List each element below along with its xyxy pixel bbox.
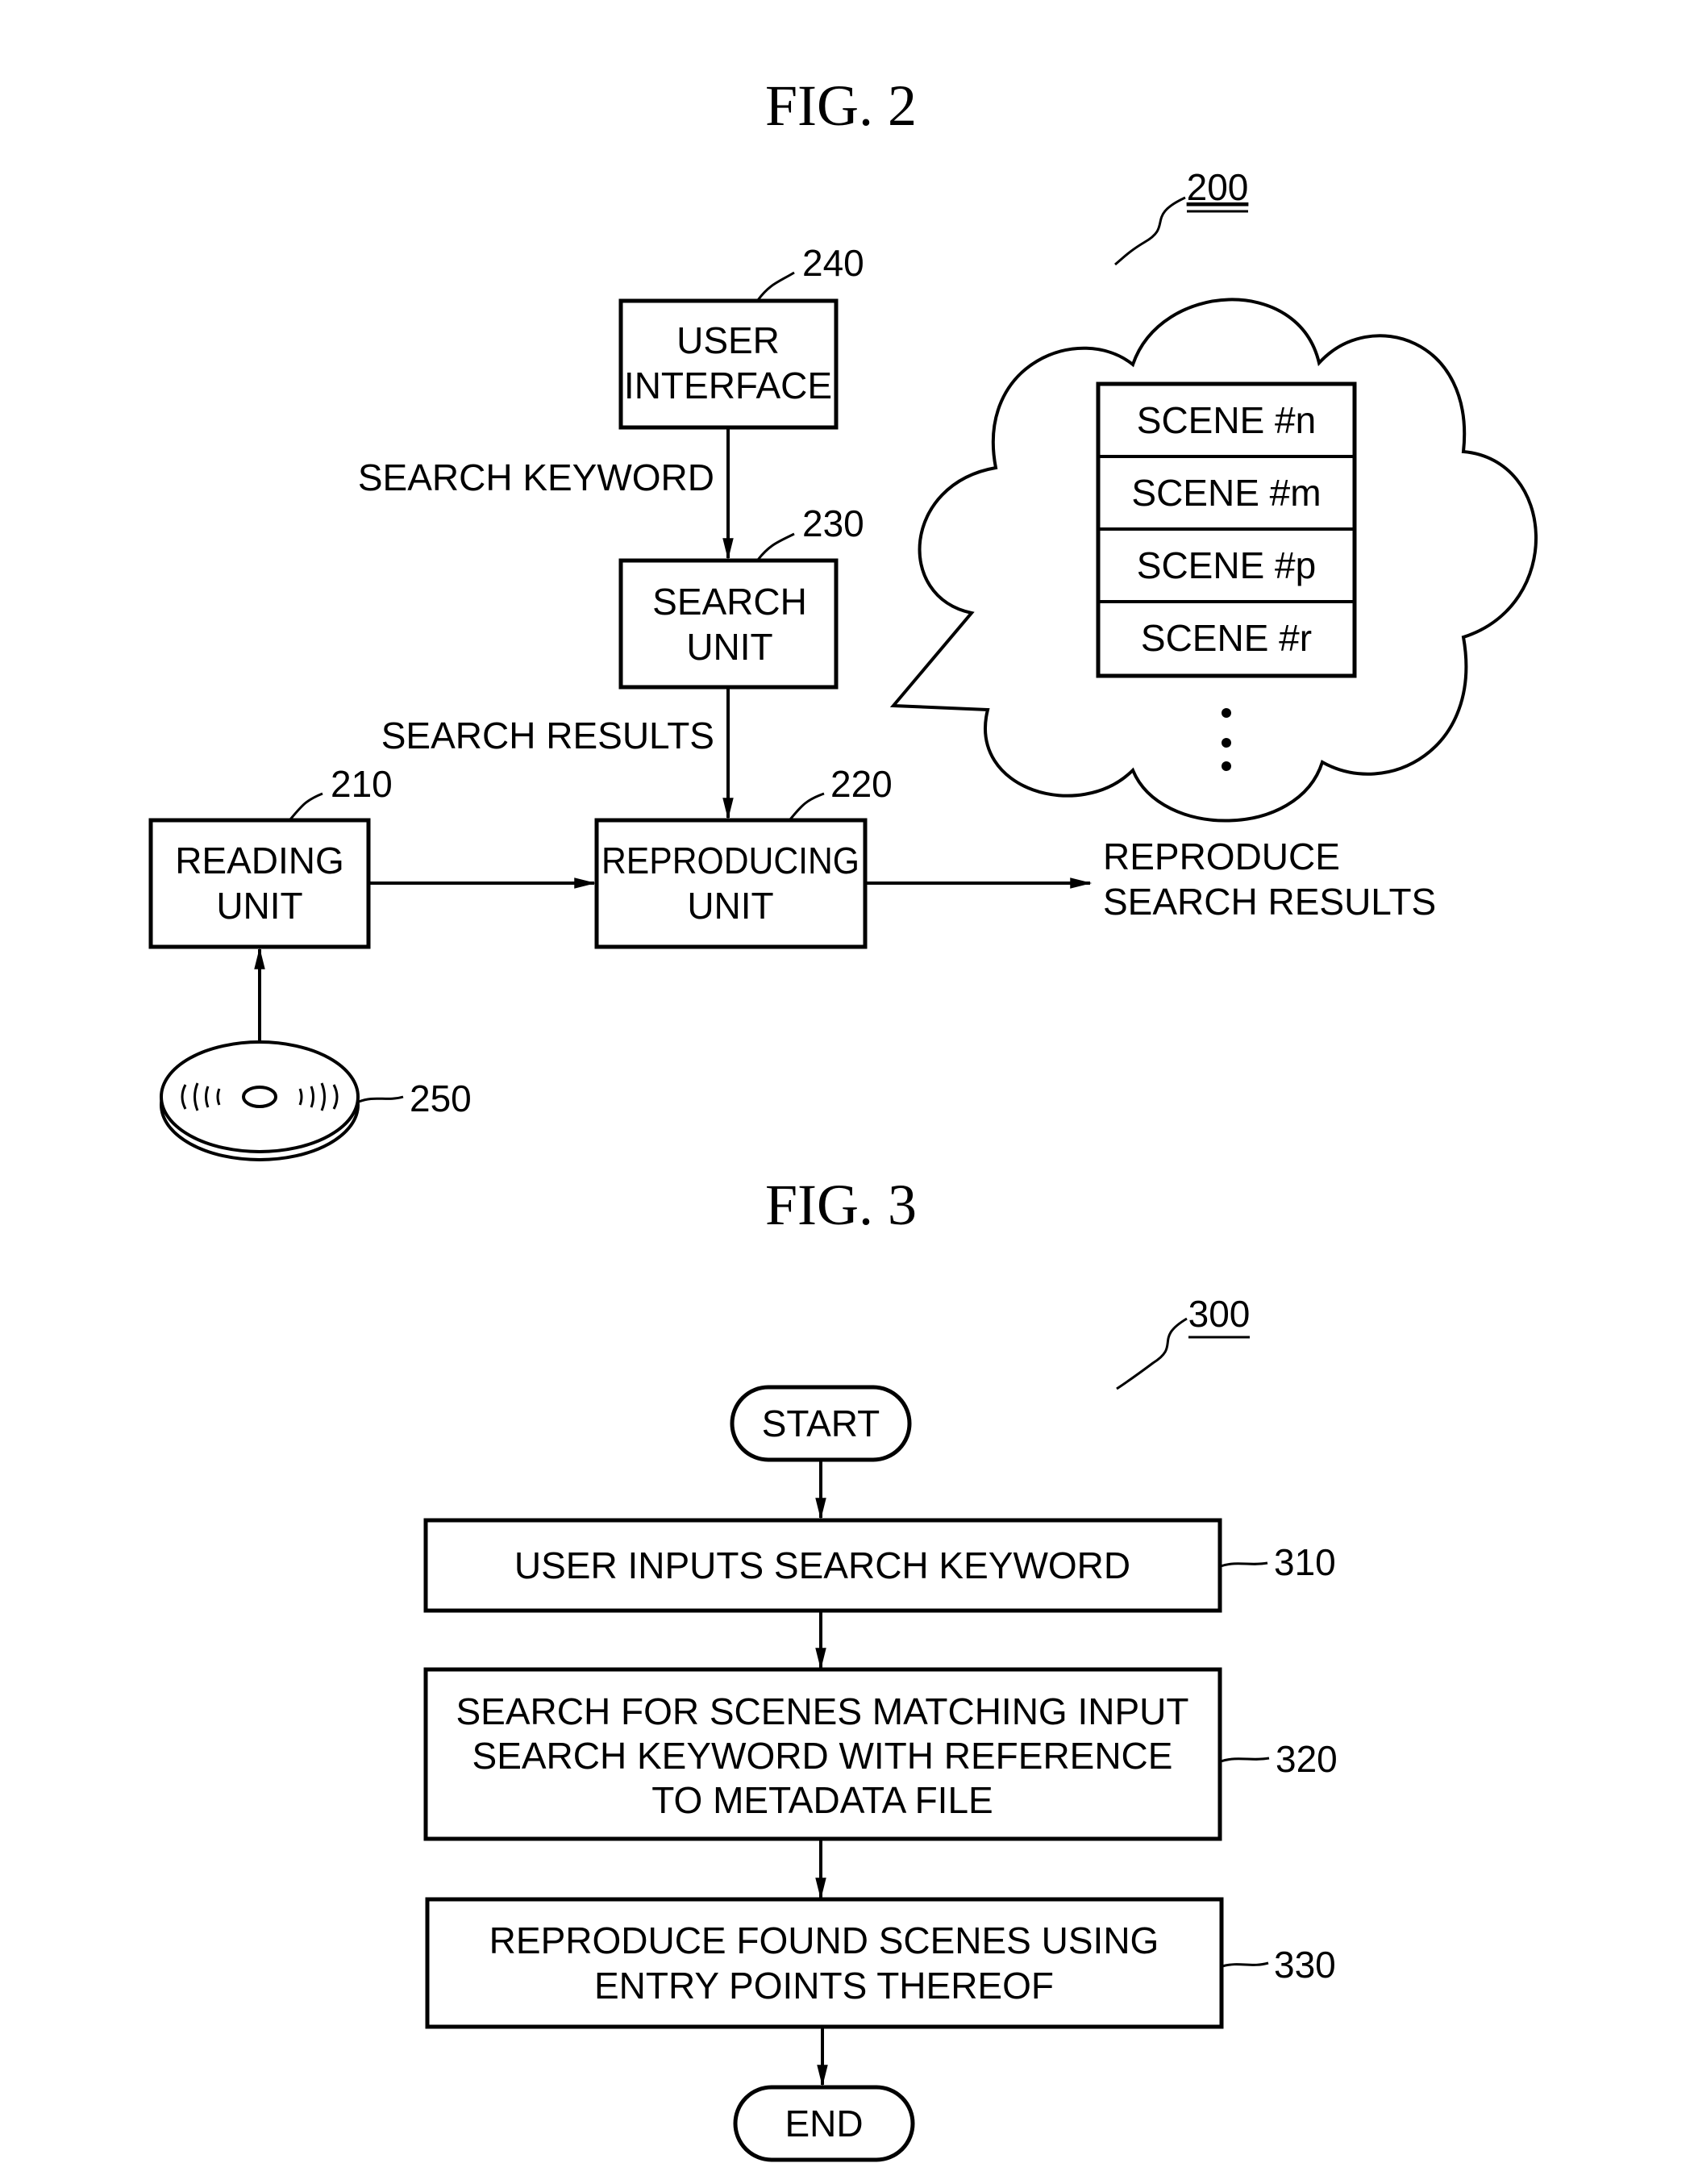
search-keyword-label: SEARCH KEYWORD — [358, 456, 714, 498]
ref-220-leader — [789, 792, 825, 820]
ref-210: 210 — [331, 763, 393, 805]
ref-210-leader — [289, 792, 323, 820]
scene-item: SCENE #p — [1137, 544, 1316, 586]
start-label: START — [762, 1403, 880, 1444]
ref-250-leader — [358, 1095, 404, 1103]
ref-310: 310 — [1274, 1541, 1336, 1583]
user-interface-label-2: INTERFACE — [624, 365, 832, 406]
step-330-text-1: REPRODUCE FOUND SCENES USING — [489, 1919, 1159, 1961]
ref-220: 220 — [830, 763, 893, 805]
reproducing-unit-label-1: REPRODUCING — [601, 840, 859, 882]
user-interface-label-1: USER — [676, 319, 780, 361]
reading-unit-label-2: UNIT — [216, 885, 302, 927]
ref-230-leader — [756, 532, 795, 561]
step-320-text-2: SEARCH KEYWORD WITH REFERENCE — [472, 1735, 1173, 1777]
ref-200-leader — [1114, 196, 1186, 266]
end-label: END — [785, 2103, 863, 2144]
ref-240: 240 — [802, 242, 864, 284]
step-330-box — [425, 1897, 1224, 2029]
patent-drawing: FIG. 2 200 USER INTERFACE 240 SEARCH KEY… — [148, 73, 1538, 2162]
search-unit-label-2: UNIT — [686, 626, 772, 668]
scene-item: SCENE #r — [1141, 617, 1312, 659]
output-label-1: REPRODUCE — [1103, 836, 1340, 877]
reading-unit-label-1: READING — [175, 840, 344, 882]
scene-item: SCENE #m — [1131, 472, 1321, 514]
scene-item: SCENE #n — [1137, 399, 1316, 441]
ref-250: 250 — [410, 1077, 472, 1119]
ref-300-leader — [1116, 1317, 1188, 1390]
search-results-label: SEARCH RESULTS — [381, 715, 714, 756]
ref-310-leader — [1220, 1561, 1268, 1568]
disc-icon — [160, 1040, 360, 1161]
ref-330: 330 — [1274, 1944, 1336, 1986]
fig2-ref-200: 200 — [1187, 166, 1249, 208]
ref-230: 230 — [802, 502, 864, 544]
step-320-text-3: TO METADATA FILE — [651, 1779, 993, 1821]
step-330-text-2: ENTRY POINTS THEREOF — [594, 1965, 1054, 2007]
reproducing-unit-label-2: UNIT — [687, 885, 773, 927]
fig3-title: FIG. 3 — [765, 1173, 917, 1237]
step-310-text: USER INPUTS SEARCH KEYWORD — [514, 1544, 1130, 1586]
ref-330-leader — [1222, 1961, 1269, 1968]
ref-320: 320 — [1276, 1738, 1338, 1780]
search-unit-label-1: SEARCH — [652, 581, 807, 623]
output-label-2: SEARCH RESULTS — [1103, 881, 1436, 923]
step-320-text-1: SEARCH FOR SCENES MATCHING INPUT — [456, 1690, 1189, 1732]
fig3-ref-300: 300 — [1188, 1293, 1251, 1335]
search-unit-box — [618, 558, 839, 690]
ref-320-leader — [1220, 1757, 1270, 1763]
fig2-title: FIG. 2 — [765, 73, 917, 138]
ref-240-leader — [756, 271, 795, 301]
